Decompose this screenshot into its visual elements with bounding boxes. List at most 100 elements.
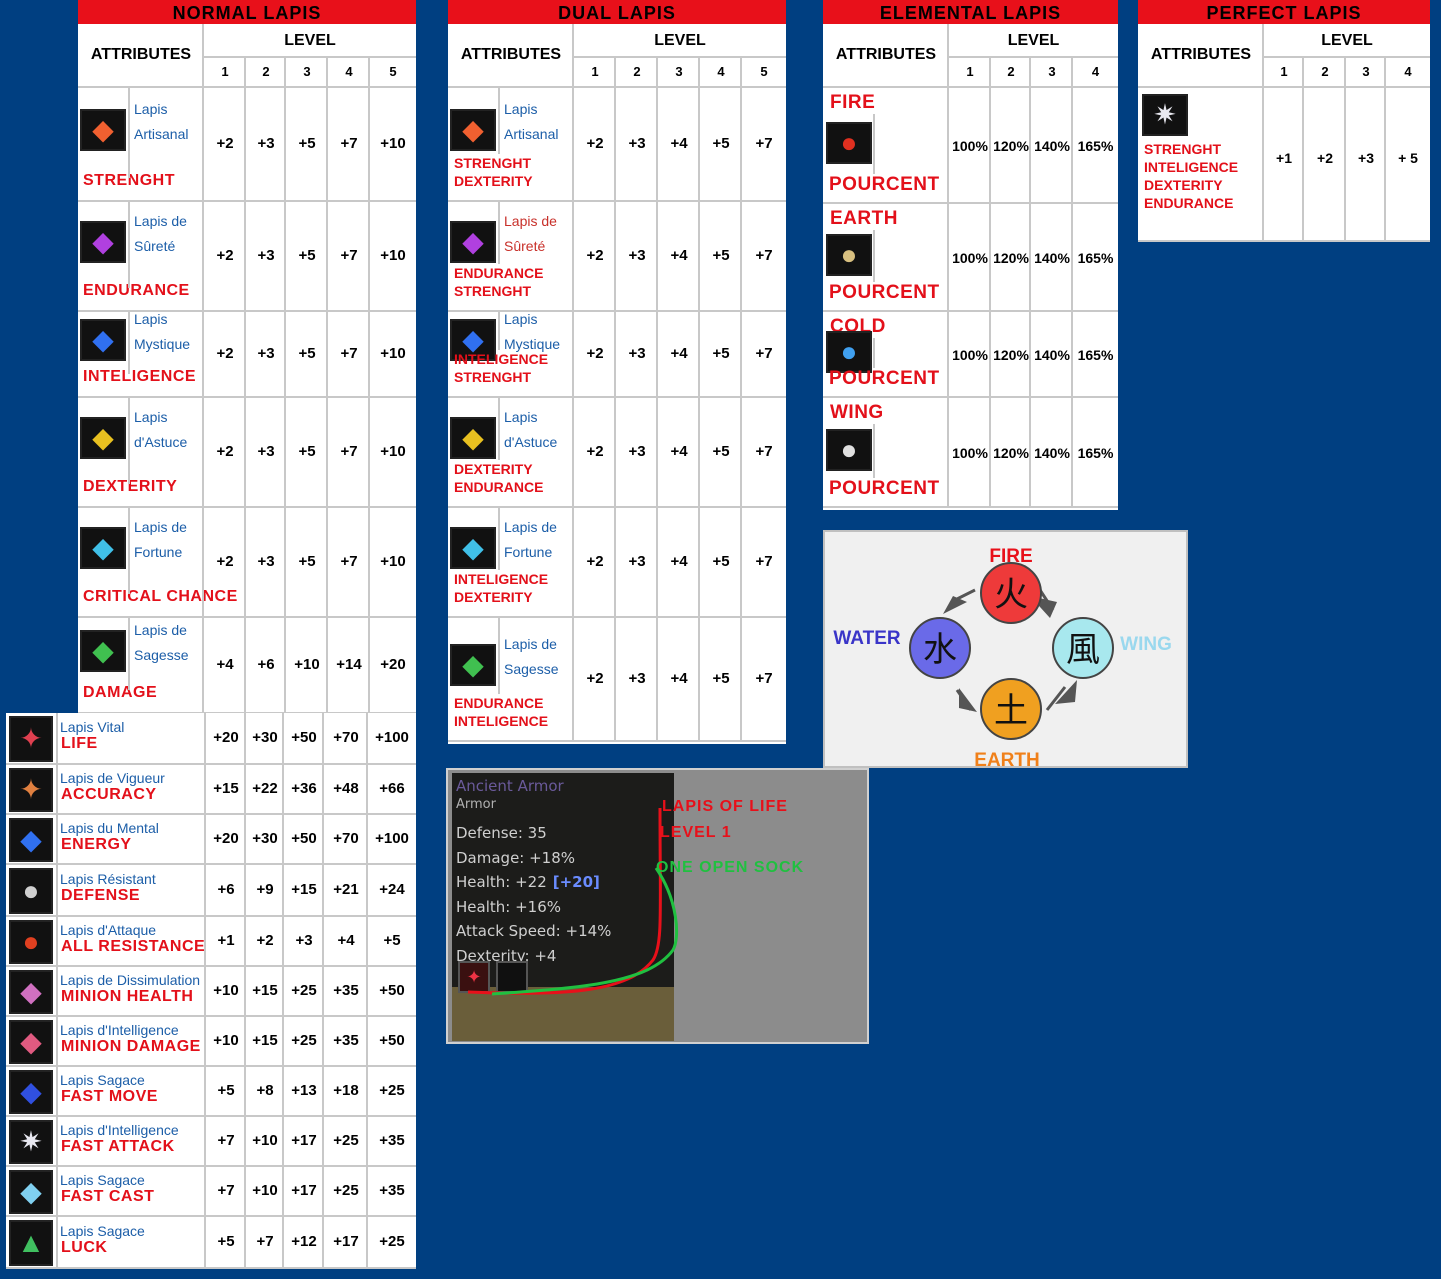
earth-glyph: 土 — [994, 691, 1028, 731]
level-value: +70 — [333, 830, 359, 847]
level-value: +4 — [670, 553, 688, 570]
orb-gem-icon: ● — [22, 926, 40, 957]
level-number: 3 — [1362, 64, 1370, 79]
grid-line — [698, 202, 700, 312]
ice-gem-icon: ◆ — [20, 1176, 42, 1207]
attribute-label: ALL RESISTANCE — [61, 938, 206, 955]
level-value: +2 — [216, 135, 234, 152]
grid-line — [740, 508, 742, 618]
grid-line — [1071, 58, 1073, 88]
attribute-label-1: STRENGHT — [454, 155, 531, 171]
level-value: +3 — [628, 135, 646, 152]
level-value: +50 — [379, 982, 405, 999]
grid-line — [698, 508, 700, 618]
normal-lapis-panel: NORMAL LAPIS ATTRIBUTES LEVEL 1 2 3 4 5 ◆ Lapis A… — [78, 0, 416, 714]
level-value: +30 — [252, 830, 278, 847]
blue-gem-icon: ◆ — [92, 324, 114, 355]
level-value: 140% — [1034, 445, 1070, 461]
grid-line — [128, 398, 130, 484]
level-value: +35 — [379, 1182, 405, 1199]
attribute-label: INTELIGENCE — [83, 368, 197, 385]
grid-line — [366, 865, 368, 917]
lapis-gem: ◆ — [450, 417, 496, 459]
level-value: +10 — [380, 247, 406, 264]
level-value: +7 — [256, 1233, 274, 1250]
level-value: +10 — [380, 553, 406, 570]
grid-line — [244, 1067, 246, 1117]
level-value: +70 — [333, 729, 359, 746]
grid-line — [56, 815, 58, 865]
level-value: +5 — [298, 135, 316, 152]
lapis-name: Lapis Vital — [60, 719, 125, 735]
attribute-label: LIFE — [61, 735, 98, 752]
table-row: WING ● POURCENT 100% 120% 140% 165% — [823, 398, 1118, 508]
perfect-lapis-panel: PERFECT LAPIS ATTRIBUTES LEVEL 1 2 3 4 ✷ STRENG… — [1138, 0, 1430, 242]
lapis-name: Lapis de — [134, 213, 187, 229]
lapis-name-2: Sûreté — [504, 238, 546, 254]
attribute-label: ENDURANCE — [1144, 195, 1234, 211]
level-value: +17 — [291, 1182, 317, 1199]
attribute-label-1: ENDURANCE — [454, 265, 544, 281]
element-name: FIRE — [830, 92, 876, 113]
grid-line — [56, 1117, 58, 1167]
level-value: +5 — [712, 345, 730, 362]
silver-gem-icon: ● — [22, 875, 40, 906]
level-value: +100 — [375, 729, 409, 746]
level-value: +3 — [628, 553, 646, 570]
grid-line — [740, 618, 742, 742]
lapis-name: Lapis — [134, 311, 168, 327]
grid-line — [572, 312, 574, 398]
grid-line — [128, 88, 130, 178]
grid-line — [498, 618, 500, 694]
level-value: +3 — [257, 553, 275, 570]
level-value: +15 — [291, 881, 317, 898]
grid-line — [204, 917, 206, 967]
lapis-name: Lapis d'Attaque — [60, 922, 157, 938]
cyan-gem-icon: ◆ — [462, 532, 484, 563]
level-value: +50 — [379, 1032, 405, 1049]
grid-line — [282, 713, 284, 765]
grid-line — [572, 202, 574, 312]
level-value: +10 — [380, 135, 406, 152]
level-value: +5 — [217, 1233, 235, 1250]
level-value: +36 — [291, 780, 317, 797]
level-value: +5 — [298, 247, 316, 264]
level-value: +10 — [380, 345, 406, 362]
grid-line — [282, 815, 284, 865]
green-gem-icon: ◆ — [462, 649, 484, 680]
level-value: +17 — [291, 1132, 317, 1149]
lapis-name: Lapis — [504, 409, 538, 425]
grid-line — [244, 865, 246, 917]
level-value: +2 — [256, 932, 274, 949]
grid-line — [366, 713, 368, 765]
level-value: 140% — [1034, 138, 1070, 154]
attribute-label: POURCENT — [829, 368, 940, 389]
level-value: 120% — [993, 445, 1029, 461]
level-number: 4 — [345, 64, 353, 79]
grid-line — [56, 713, 58, 765]
grid-line — [498, 202, 500, 264]
grid-line — [368, 88, 370, 202]
lapis-gem: ◆ — [80, 630, 126, 672]
level-number: 4 — [717, 64, 725, 79]
grid-line — [366, 1217, 368, 1269]
attribute-label-1: DEXTERITY — [454, 461, 533, 477]
level-value: +3 — [628, 247, 646, 264]
green-gem-icon: ◆ — [92, 635, 114, 666]
grid-line — [322, 967, 324, 1017]
grid-line — [368, 618, 370, 714]
level-value: +100 — [375, 830, 409, 847]
grid-line — [947, 398, 949, 508]
attribute-label: MINION HEALTH — [61, 988, 194, 1005]
attribute-label: STRENGHT — [1144, 141, 1221, 157]
lapis-name: Lapis d'Intelligence — [60, 1122, 179, 1138]
level-value: +4 — [670, 443, 688, 460]
attribute-label: ENERGY — [61, 836, 132, 853]
grid-line — [128, 618, 130, 690]
level-value: +2 — [216, 247, 234, 264]
grid-line — [698, 88, 700, 202]
lapis-name: Lapis de Dissimulation — [60, 972, 201, 988]
grid-line — [322, 1067, 324, 1117]
grid-line — [244, 815, 246, 865]
earth-gem-icon: ● — [840, 239, 858, 270]
